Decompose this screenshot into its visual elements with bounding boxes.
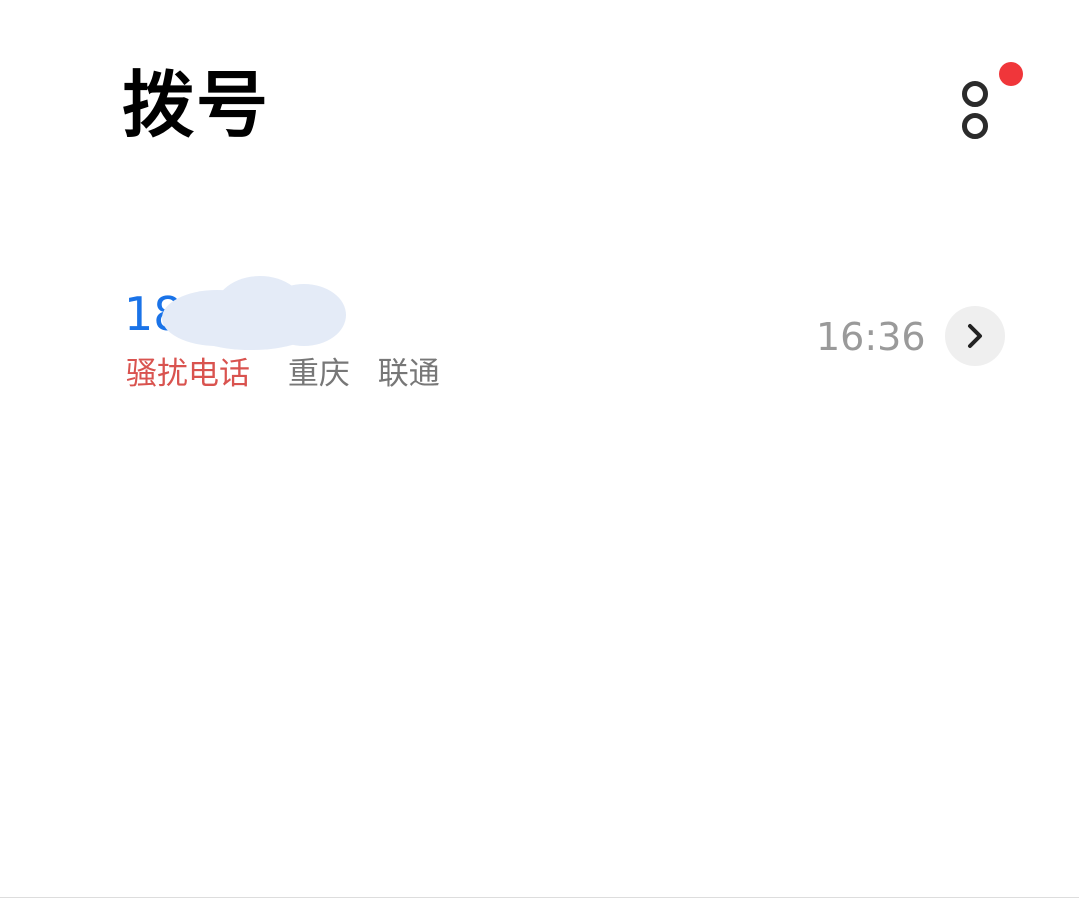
more-options-button[interactable] [944,60,1034,150]
dialer-screen: 拨号 18 5716 骚扰电话 重庆 联通 16:36 [0,0,1079,914]
call-number: 18 5716 [124,287,315,341]
call-log-item[interactable]: 18 5716 骚扰电话 重庆 联通 16:36 [0,260,1079,410]
call-detail-button[interactable] [945,306,1005,366]
notification-badge [999,62,1023,86]
bottom-divider [0,897,1079,898]
call-info: 骚扰电话 重庆 联通 [126,354,440,394]
more-options-icon-lower [962,113,988,139]
page-title: 拨号 [122,63,271,147]
call-location: 重庆 [287,356,350,392]
call-carrier: 联通 [377,356,440,392]
chevron-right-icon [968,324,982,348]
more-options-icon [962,81,988,107]
call-time: 16:36 [816,315,926,359]
spam-tag: 骚扰电话 [126,356,250,392]
